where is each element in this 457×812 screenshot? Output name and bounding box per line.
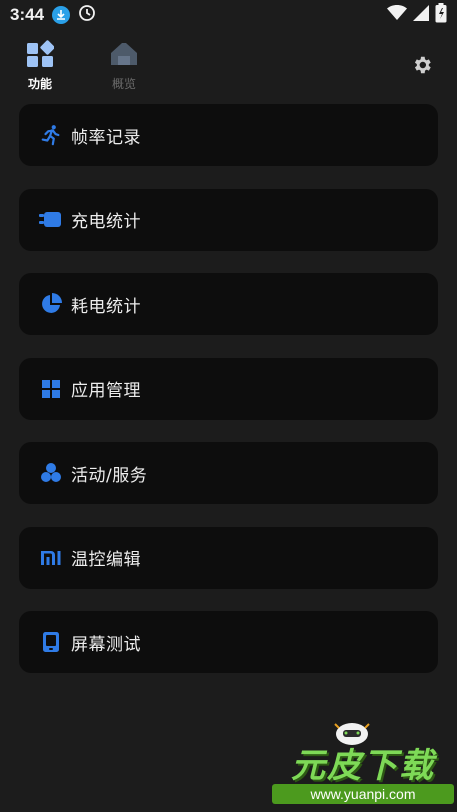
menu-item-label: 活动/服务 [71,465,148,486]
status-bar: 3:44 [0,0,457,30]
menu-item-screen-test[interactable]: 屏幕测试 [19,611,438,673]
tab-function[interactable]: 功能 [10,40,70,92]
gear-icon [411,56,433,80]
menu-item-label: 屏幕测试 [71,634,141,655]
signal-icon [413,5,429,25]
grid-icon [26,40,55,72]
tab-overview-label: 概览 [111,77,136,91]
status-right [387,3,447,27]
mi-logo-icon [39,546,63,570]
menu-item-label: 温控编辑 [71,550,141,570]
status-left: 3:44 [10,4,96,26]
menu-item-label: 帧率记录 [71,127,141,148]
menu-item-fps-record[interactable]: 帧率记录 [19,104,438,166]
clock-icon [78,4,96,26]
charger-icon [39,208,63,232]
menu-item-label: 耗电统计 [71,296,141,317]
tab-function-label: 功能 [27,77,52,91]
watermark-url: www.yuanpi.com [272,784,454,804]
download-icon [52,6,71,24]
settings-button[interactable] [411,54,433,80]
tab-overview[interactable]: 概览 [94,40,154,92]
menu-item-label: 充电统计 [71,212,141,232]
home-icon [108,40,140,72]
menu-item-label: 应用管理 [71,381,141,401]
watermark-title: 元皮下载 [291,746,435,786]
menu-item-activity-service[interactable]: 活动/服务 [19,442,438,504]
status-time: 3:44 [10,5,45,24]
wifi-icon [387,5,407,25]
top-navigation: 功能 概览 [0,40,457,96]
running-icon [39,123,63,147]
menu-item-app-manage[interactable]: 应用管理 [19,357,438,420]
battery-icon [435,3,447,27]
menu-item-charge-stats[interactable]: 充电统计 [19,188,438,251]
apps-grid-icon [39,377,63,401]
watermark-logo: 元皮下载 www.yuanpi.com [272,718,454,810]
cluster-icon [39,461,63,485]
menu-item-power-stats[interactable]: 耗电统计 [19,273,438,335]
pie-chart-icon [39,292,63,316]
function-menu: 帧率记录 充电统计 耗电统计 应用管理 活动/服务 温控编辑 屏幕测试 [19,104,438,696]
menu-item-thermal-edit[interactable]: 温控编辑 [19,526,438,589]
phone-screen-icon [39,630,63,654]
